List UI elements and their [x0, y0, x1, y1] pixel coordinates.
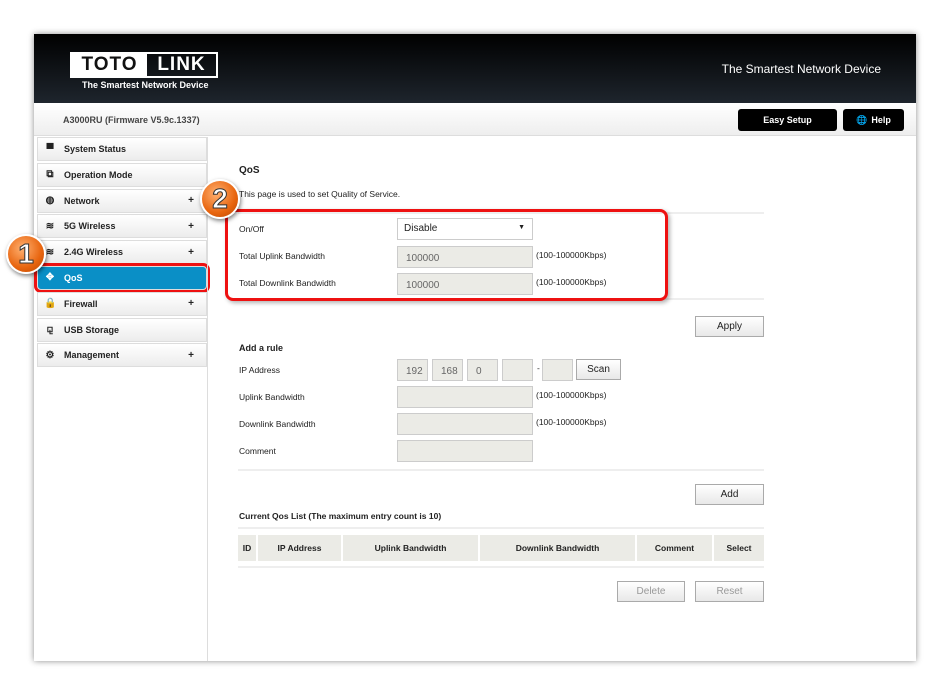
step-2-badge: 2	[200, 179, 240, 219]
help-globe-icon: 🌐	[856, 114, 868, 125]
sidebar-item-management[interactable]: ⚙ Management +	[37, 343, 207, 368]
page-title: QoS	[239, 165, 260, 176]
sidebar-item-label: Operation Mode	[64, 169, 133, 180]
ip-octet-2[interactable]: 168	[432, 359, 463, 381]
sidebar-item-label: Firewall	[64, 298, 98, 309]
wifi-icon: ≋	[45, 220, 55, 232]
help-label: Help	[871, 115, 891, 125]
easy-setup-button[interactable]: Easy Setup	[738, 109, 837, 131]
expand-plus-icon: +	[188, 220, 194, 232]
sidebar-item-label: 2.4G Wireless	[64, 247, 123, 258]
reset-button[interactable]: Reset	[695, 581, 764, 602]
sidebar-item-label: 5G Wireless	[64, 221, 116, 232]
logo-text-right: LINK	[157, 54, 206, 75]
sidebar: ▀ System Status ⧉ Operation Mode ◍ Network + ≋ 5…	[34, 137, 210, 369]
sidebar-item-label: Network	[64, 195, 100, 206]
header-tagline: The Smartest Network Device	[721, 62, 881, 76]
ip-octet-3[interactable]: 0	[467, 359, 498, 381]
sub-bar: A3000RU (Firmware V5.9c.1337) Easy Setup…	[34, 103, 916, 136]
delete-button[interactable]: Delete	[617, 581, 685, 602]
windows-icon: ⧉	[46, 169, 54, 181]
divider	[238, 566, 764, 568]
totolink-logo: TOTO LINK	[70, 52, 218, 78]
logo-tagline: The Smartest Network Device	[82, 80, 209, 90]
sidebar-item-usb-storage[interactable]: ⚼ USB Storage	[37, 317, 207, 342]
sidebar-item-label: Management	[64, 350, 120, 361]
column-id: ID	[238, 535, 256, 561]
qos-icon: ✥	[45, 272, 55, 284]
expand-plus-icon: +	[188, 298, 194, 310]
qos-list-title: Current Qos List (The maximum entry coun…	[239, 511, 442, 521]
ip-address-label: IP Address	[239, 365, 280, 375]
easy-setup-label: Easy Setup	[763, 115, 812, 125]
globe-icon: ◍	[45, 195, 55, 207]
header: TOTO LINK The Smartest Network Device The…	[34, 34, 916, 103]
add-rule-title: Add a rule	[239, 343, 284, 353]
column-comment: Comment	[637, 535, 712, 561]
help-button[interactable]: 🌐 Help	[843, 109, 904, 131]
gear-icon: ⚙	[45, 349, 55, 361]
sidebar-item-network[interactable]: ◍ Network +	[37, 188, 207, 213]
sidebar-item-label: QoS	[64, 272, 83, 283]
uplink-bandwidth-label: Uplink Bandwidth	[239, 392, 305, 402]
comment-label: Comment	[239, 446, 276, 456]
comment-input[interactable]	[397, 440, 533, 462]
sidebar-item-label: USB Storage	[64, 324, 120, 335]
column-select: Select	[714, 535, 764, 561]
monitor-icon: ▀	[46, 143, 54, 155]
downlink-bandwidth-input[interactable]	[397, 413, 533, 435]
page-description: This page is used to set Quality of Serv…	[239, 189, 401, 199]
highlight-qos-settings	[225, 209, 668, 301]
usb-icon: ⚼	[46, 324, 54, 336]
sidebar-item-2-4g-wireless[interactable]: ≋ 2.4G Wireless +	[37, 240, 207, 265]
ip-range-dash: -	[537, 363, 540, 373]
sidebar-item-label: System Status	[64, 144, 127, 154]
sidebar-item-qos[interactable]: ✥ QoS	[34, 262, 210, 293]
sidebar-item-system-status[interactable]: ▀ System Status	[37, 137, 207, 161]
column-uplink-bandwidth: Uplink Bandwidth	[343, 535, 478, 561]
step-1-badge: 1	[6, 234, 46, 274]
ip-octet-1[interactable]: 192	[397, 359, 428, 381]
divider	[238, 469, 764, 471]
sidebar-item-operation-mode[interactable]: ⧉ Operation Mode	[37, 162, 207, 187]
ip-range-end[interactable]	[542, 359, 573, 381]
sidebar-item-firewall[interactable]: 🔒 Firewall +	[37, 291, 207, 316]
ip-octet-4[interactable]	[502, 359, 533, 381]
scan-button[interactable]: Scan	[576, 359, 621, 380]
expand-plus-icon: +	[188, 195, 194, 207]
uplink-bandwidth-input[interactable]	[397, 386, 533, 408]
apply-button[interactable]: Apply	[695, 316, 764, 337]
range-hint: (100-100000Kbps)	[536, 417, 607, 427]
add-button[interactable]: Add	[695, 484, 764, 505]
router-admin-window: TOTO LINK The Smartest Network Device The…	[6, 34, 916, 661]
sidebar-item-5g-wireless[interactable]: ≋ 5G Wireless +	[37, 214, 207, 239]
model-firmware: A3000RU (Firmware V5.9c.1337)	[63, 115, 200, 125]
logo-text-left: TOTO	[72, 54, 147, 76]
downlink-bandwidth-label: Downlink Bandwidth	[239, 419, 316, 429]
column-ip-address: IP Address	[258, 535, 341, 561]
lock-icon: 🔒	[44, 298, 57, 310]
divider	[238, 527, 764, 529]
range-hint: (100-100000Kbps)	[536, 390, 607, 400]
expand-plus-icon: +	[188, 246, 194, 258]
expand-plus-icon: +	[188, 349, 194, 361]
column-downlink-bandwidth: Downlink Bandwidth	[480, 535, 635, 561]
